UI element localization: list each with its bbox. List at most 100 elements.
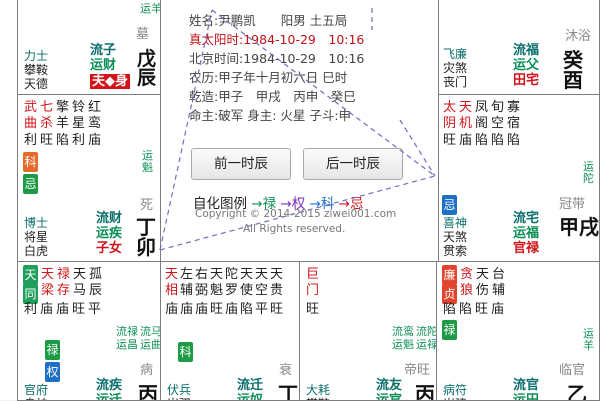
sihua-quan-badge: 权 xyxy=(45,362,60,382)
minor-star: 灾煞 xyxy=(443,61,468,75)
palace-ganzhi: 丁 xyxy=(278,382,298,401)
palace-flow-name: 流宅 xyxy=(513,211,540,226)
main-stars-row2: 曲 杀 羊 星 鸾 xyxy=(23,116,102,131)
palace-flow-name: 流官 xyxy=(513,378,540,393)
palace-flow-name: 流迁 xyxy=(237,378,264,393)
info-lunar-date: 农历:甲子年十月初六日 巳时 xyxy=(189,70,348,85)
main-stars-row1: 贪 天 台 xyxy=(459,267,506,282)
star: 辰 xyxy=(88,283,102,298)
minor-star: 大耗 xyxy=(306,383,331,397)
palace-flow-name: 流财 xyxy=(96,211,123,226)
rights-text: All Rights reserved. xyxy=(243,223,346,235)
palace-state: 死 xyxy=(140,198,154,213)
minor-star: 力士 xyxy=(24,49,49,63)
main-stars-row1: 巨 xyxy=(305,267,320,282)
palace-si[interactable]: 廉 贞 贪 天 台 狼 伤 辅 陷 陷 旺 庙 禄 运羊 临官 病符 岁建 流官… xyxy=(436,261,600,401)
brightness: 庙 xyxy=(194,302,208,317)
star: 辅 xyxy=(179,283,193,298)
ziwei-chart: 运羊 墓 力士 攀鞍 天德 流子 运财 夫◆身 戊辰 沐浴 飞廉 灾煞 丧门 流… xyxy=(0,0,600,401)
star: 左 xyxy=(179,267,193,282)
info-solar-time: 真太阳时:1984-10-29 10:16 xyxy=(189,32,365,47)
star: 铃 xyxy=(71,100,85,115)
palace-yun-text: 运羊 xyxy=(140,2,161,15)
star: 禄 xyxy=(56,267,70,282)
star: 红 xyxy=(87,100,101,115)
brightness: 平 xyxy=(254,302,268,317)
brightness: 旺 xyxy=(474,302,488,317)
brightness-row: 庙 庙 庙 旺 庙 陷 平 旺 xyxy=(164,302,284,317)
palace-ganzhi: 甲戌 xyxy=(559,215,599,239)
brightness: 平 xyxy=(87,302,101,317)
palace-state: 帝旺 xyxy=(404,363,431,378)
palace-state: 墓 xyxy=(136,27,150,42)
sihua-ji-badge: 忌 xyxy=(23,174,38,194)
brightness: 利 xyxy=(23,133,37,148)
brightness: 旺 xyxy=(269,302,283,317)
palace-mao[interactable]: 武 七 擎 铃 红 曲 杀 羊 星 鸾 利 旺 陷 利 庙 科 忌 运魁 死 博… xyxy=(17,94,161,262)
main-star-badge: 廉 xyxy=(442,265,457,285)
star: 空 xyxy=(254,283,268,298)
star: 天 xyxy=(72,267,86,282)
brightness: 庙 xyxy=(224,302,238,317)
palace-state: 临官 xyxy=(559,363,586,378)
palace-ganzhi: 丁卯 xyxy=(136,215,156,259)
copyright-text: Copyright © 2014-2015 ziwei001.com xyxy=(195,208,397,220)
star: 贪 xyxy=(459,267,473,282)
brightness: 庙 xyxy=(87,133,101,148)
star: 天 xyxy=(269,267,283,282)
star: 凤 xyxy=(474,100,488,115)
star: 狼 xyxy=(459,283,473,298)
brightness: 庙 xyxy=(179,302,193,317)
star: 天 xyxy=(40,267,54,282)
palace-xu[interactable]: 太 天 凤 旬 寡 阴 机 阁 空 宿 旺 庙 陷 陷 陷 运陀 忌 冠带 喜神… xyxy=(436,94,600,262)
sihua-ke-badge: 科 xyxy=(178,342,193,362)
palace-ganzhi: 丙 xyxy=(138,382,158,401)
palace-main-name: 子女 xyxy=(96,241,123,256)
minor-star: 贯索 xyxy=(443,244,468,258)
star: 使 xyxy=(239,283,253,298)
star: 空 xyxy=(490,116,504,131)
palace-wei[interactable]: 天 左 右 天 陀 天 天 天 相 辅 弼 魁 罗 使 空 贵 庙 庙 庙 旺 … xyxy=(160,261,300,401)
palace-state: 病 xyxy=(140,363,154,378)
minor-star: 博士 xyxy=(24,216,49,230)
palace-shen-left[interactable]: 天 同 天 禄 天 孤 梁 存 马 辰 利 庙 庙 旺 平 禄 权 流禄 运昌 … xyxy=(17,261,161,401)
palace-you[interactable]: 沐浴 飞廉 灾煞 丧门 流福 运父 田宅 癸酉 xyxy=(436,0,600,95)
main-stars-row1: 武 七 擎 铃 红 xyxy=(23,100,102,115)
yun-star: 运曲 xyxy=(140,338,161,351)
star: 宿 xyxy=(506,116,520,131)
main-stars-row2: 阴 机 阁 空 宿 xyxy=(442,116,521,131)
palace-state: 冠带 xyxy=(559,197,586,212)
brightness: 利 xyxy=(23,302,37,317)
sihua-lu-badge: 禄 xyxy=(442,320,457,340)
star: 存 xyxy=(56,283,70,298)
yun-star: 运昌 xyxy=(116,338,138,351)
star: 太 xyxy=(442,100,456,115)
brightness: 陷 xyxy=(506,133,520,148)
main-stars-row1: 太 天 凤 旬 寡 xyxy=(442,100,521,115)
brightness: 旺 xyxy=(39,133,53,148)
next-hour-button[interactable]: 后一时辰 xyxy=(303,148,403,180)
palace-chen[interactable]: 运羊 墓 力士 攀鞍 天德 流子 运财 夫◆身 戊辰 xyxy=(17,0,161,95)
star: 台 xyxy=(491,267,505,282)
palace-flow-name: 流友 xyxy=(376,378,403,393)
star: 武 xyxy=(23,100,37,115)
star: 天 xyxy=(475,267,489,282)
yun-star: 流鸾 xyxy=(392,325,414,338)
main-star-badge: 天 xyxy=(23,265,38,285)
star: 天 xyxy=(164,267,178,282)
yun-star: 运魁 xyxy=(142,149,153,174)
star: 罗 xyxy=(224,283,238,298)
brightness: 庙 xyxy=(458,133,472,148)
minor-star: 攀鞍 xyxy=(24,63,49,77)
minor-star: 官府 xyxy=(24,383,49,397)
prev-hour-button[interactable]: 前一时辰 xyxy=(191,148,291,180)
minor-star: 将星 xyxy=(24,230,49,244)
main-stars-row2: 门 xyxy=(305,283,320,298)
main-stars-row2: 相 辅 弼 魁 罗 使 空 贵 xyxy=(164,283,284,298)
yun-star: 流禄 xyxy=(116,325,138,338)
star: 相 xyxy=(164,283,178,298)
brightness: 旺 xyxy=(209,302,223,317)
palace-wu[interactable]: 巨 门 旺 流鸾 运魁 流陀 运禄 帝旺 大耗 攀鞍 流友 运官 丙 xyxy=(299,261,437,401)
main-star-badge: 同 xyxy=(23,284,38,304)
palace-state: 沐浴 xyxy=(565,29,592,44)
